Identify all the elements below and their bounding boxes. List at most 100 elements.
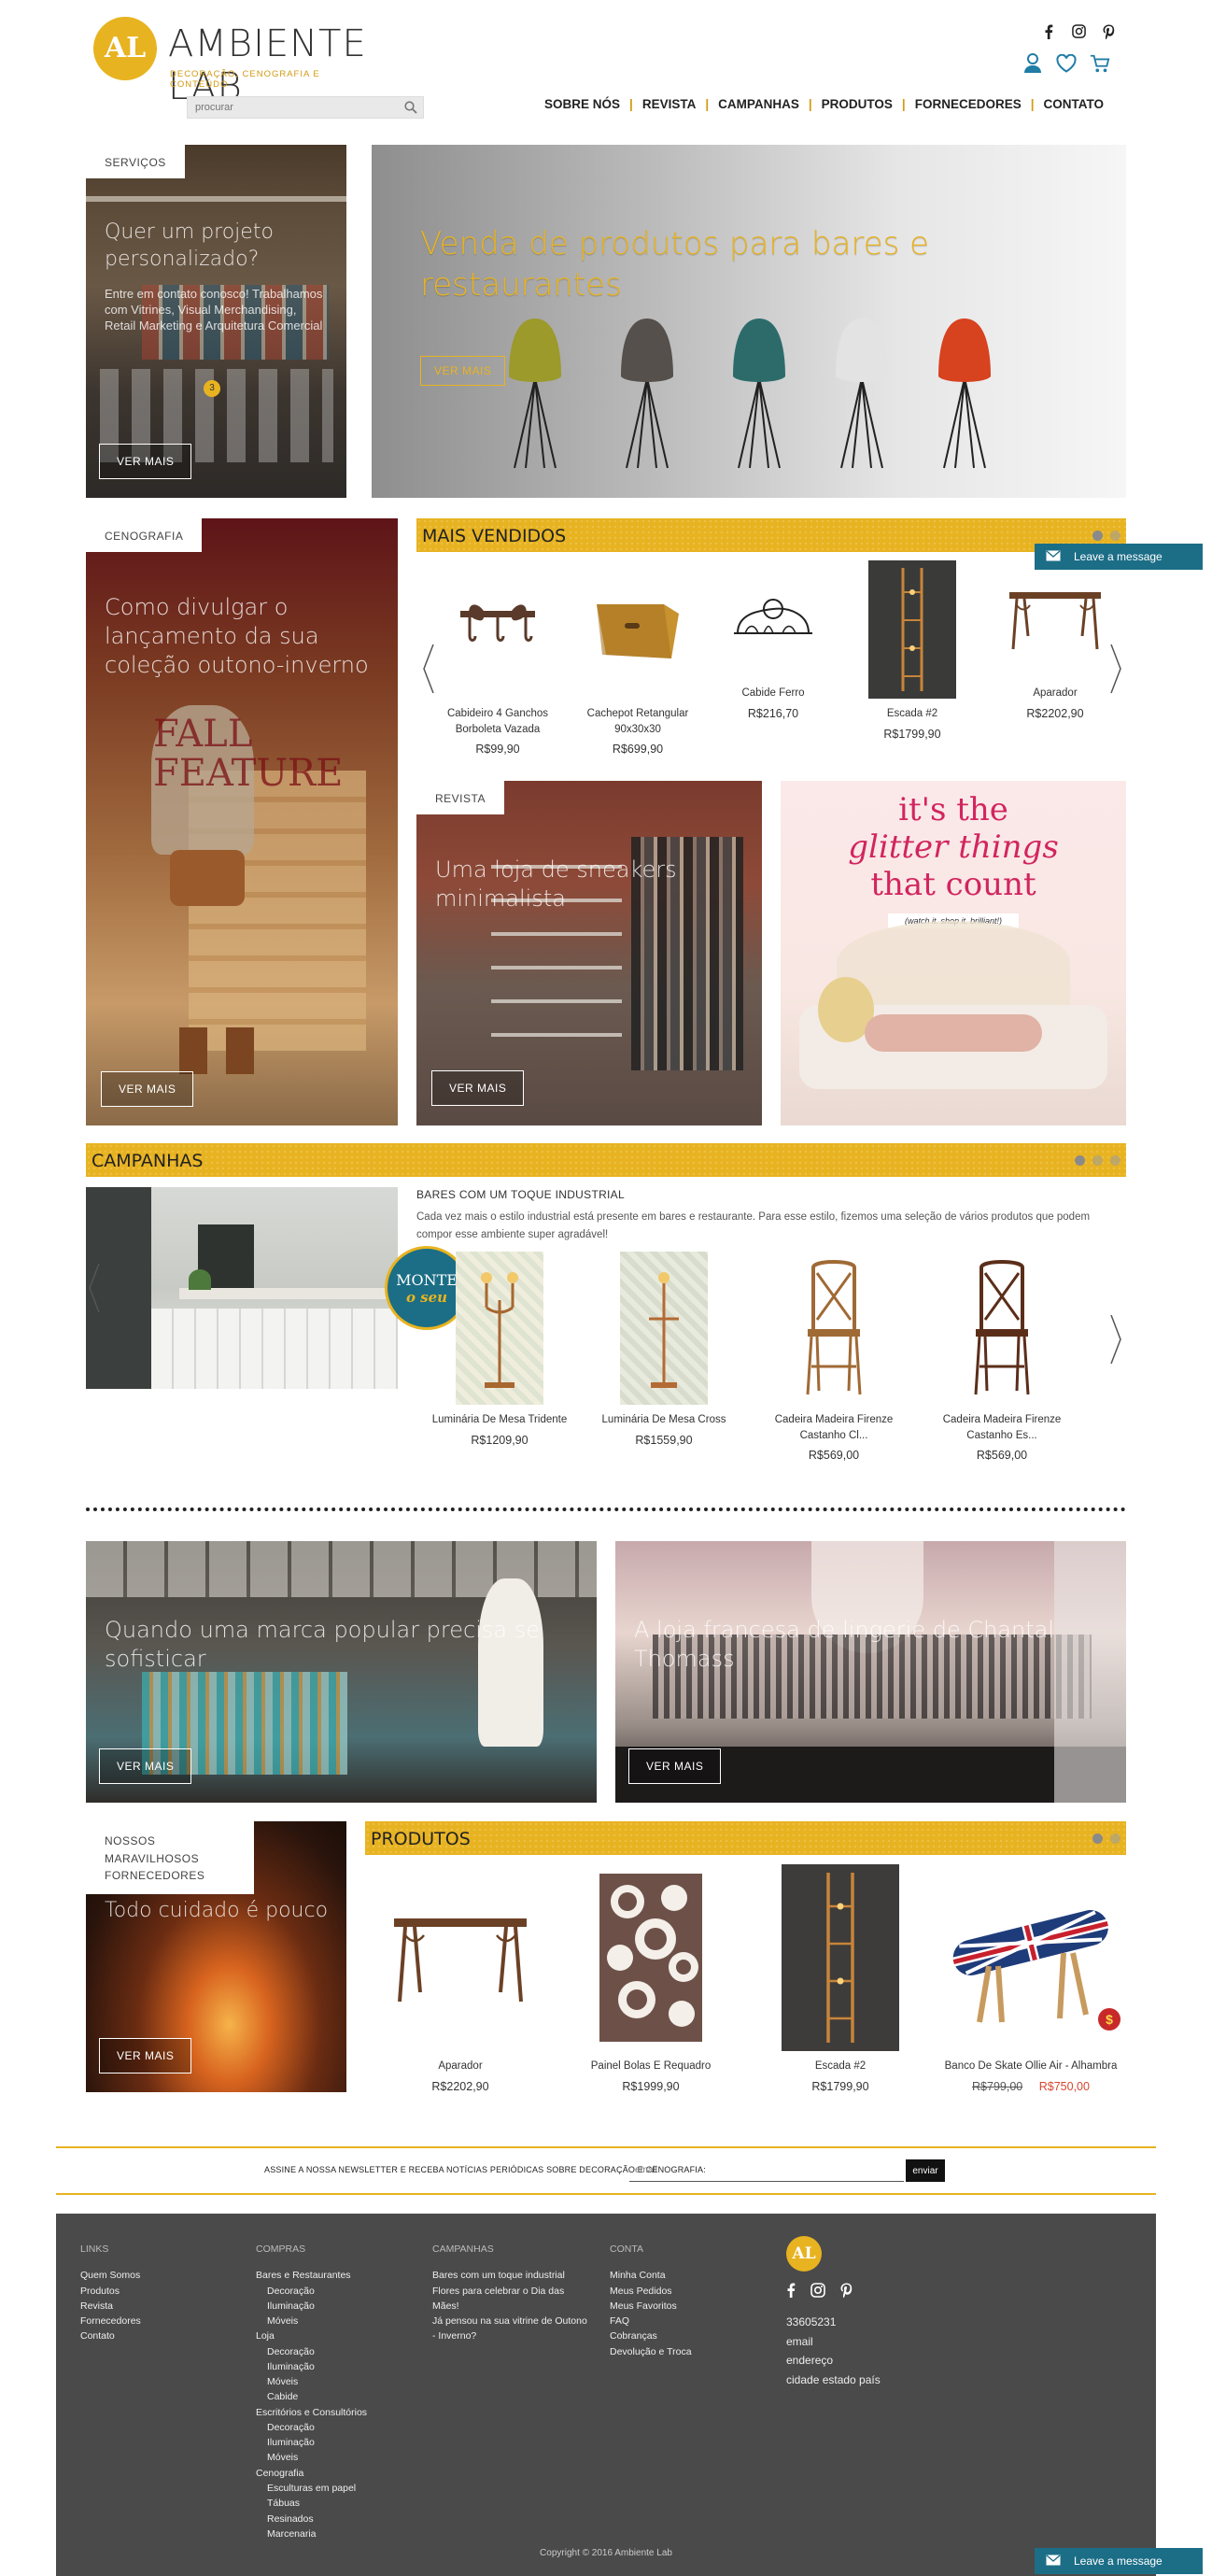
footer-link[interactable]: Decoração — [256, 2344, 367, 2359]
footer-link[interactable]: Já pensou na sua vitrine de Outono - Inv… — [432, 2314, 591, 2344]
suppliers-card[interactable]: NOSSOS MARAVILHOSOS FORNECEDORES Todo cu… — [86, 1821, 346, 2092]
carousel-dot[interactable] — [1092, 1833, 1103, 1844]
logo[interactable]: AL AMBIENTE LAB DECORAÇÃO, CENOGRAFIA E … — [93, 17, 373, 108]
carousel-dot[interactable] — [1110, 1833, 1120, 1844]
product-card[interactable]: Cadeira Madeira Firenze Castanho Es... R… — [923, 1252, 1081, 1462]
footer-link[interactable]: Meus Favoritos — [610, 2299, 692, 2314]
product-card[interactable]: Aparador R$2202,90 — [994, 560, 1116, 720]
footer-compras: COMPRAS Bares e Restaurantes Decoração I… — [256, 2242, 367, 2541]
suppliers-more-button[interactable]: VER MAIS — [99, 2038, 192, 2074]
article-more-button[interactable]: VER MAIS — [99, 1748, 192, 1784]
services-card[interactable]: 3 SERVIÇOS Quer um projeto personalizado… — [86, 145, 346, 498]
product-card[interactable]: Escada #2 R$1799,90 — [761, 1864, 920, 2093]
footer-link[interactable]: Marcenaria — [256, 2526, 367, 2541]
glitter-line1: it's the — [898, 791, 1008, 828]
footer-email[interactable]: email — [786, 2332, 881, 2351]
campaign-photo[interactable] — [86, 1187, 398, 1389]
footer-link[interactable]: Produtos — [80, 2284, 141, 2299]
sale-badge-icon: $ — [1098, 2008, 1120, 2031]
cenografia-more-button[interactable]: VER MAIS — [101, 1071, 194, 1107]
product-card[interactable]: Cabideiro 4 Ganchos Borboleta Vazada R$9… — [437, 560, 558, 756]
footer-link[interactable]: Minha Conta — [610, 2268, 692, 2283]
newsletter: ASSINE A NOSSA NEWSLETTER E RECEBA NOTÍC… — [56, 2146, 1156, 2195]
footer-link[interactable]: Cobranças — [610, 2328, 692, 2343]
instagram-icon[interactable] — [810, 2283, 825, 2303]
footer-link[interactable]: Quem Somos — [80, 2268, 141, 2283]
product-card[interactable]: $ Banco De Skate Ollie Air - Alhambra R$… — [936, 1864, 1126, 2093]
footer-link[interactable]: Esculturas em papel — [256, 2481, 367, 2496]
next-arrow-icon[interactable] — [1107, 1311, 1124, 1367]
carousel-dot[interactable] — [1092, 1155, 1103, 1166]
carousel-dot[interactable] — [1110, 531, 1120, 541]
product-card[interactable]: Escada #2 R$1799,90 — [852, 560, 973, 741]
footer-link[interactable]: Móveis — [256, 2314, 367, 2328]
glitter-ad[interactable]: it's the glitter things that count (watc… — [781, 781, 1126, 1125]
carousel-dot[interactable] — [1075, 1155, 1085, 1166]
product-card[interactable]: Cabide Ferro R$216,70 — [712, 560, 834, 720]
footer-link[interactable]: FAQ — [610, 2314, 692, 2328]
pinterest-icon[interactable] — [840, 2283, 853, 2303]
prev-arrow-icon[interactable] — [86, 1260, 103, 1316]
nav-item-contato[interactable]: CONTATO — [1035, 97, 1114, 111]
carousel-dot[interactable] — [1110, 1155, 1120, 1166]
footer-link[interactable]: Móveis — [256, 2374, 367, 2389]
product-card[interactable]: Painel Bolas E Requadro R$1999,90 — [571, 1864, 730, 2093]
footer-link[interactable]: Bares com um toque industrial — [432, 2268, 591, 2283]
article-more-button[interactable]: VER MAIS — [628, 1748, 722, 1784]
heart-icon[interactable] — [1056, 52, 1077, 75]
instagram-icon[interactable] — [1071, 24, 1086, 43]
chat-widget[interactable]: Leave a message — [1035, 2548, 1203, 2574]
footer-link[interactable]: Fornecedores — [80, 2314, 141, 2328]
revista-title: Uma loja de sneakers minimalista — [435, 856, 677, 913]
footer-link[interactable]: Contato — [80, 2328, 141, 2343]
nav-item-campanhas[interactable]: CAMPANHAS — [709, 97, 809, 111]
facebook-icon[interactable] — [1041, 24, 1056, 43]
footer-link[interactable]: Cenografia — [256, 2466, 367, 2481]
footer-link[interactable]: Resinados — [256, 2512, 367, 2526]
hero-banner[interactable]: Venda de produtos para bares e restauran… — [372, 145, 1126, 498]
footer-link[interactable]: Revista — [80, 2299, 141, 2314]
nav-item-produtos[interactable]: PRODUTOS — [812, 97, 902, 111]
footer-link[interactable]: Loja — [256, 2328, 367, 2343]
revista-card[interactable]: REVISTA Uma loja de sneakers minimalista… — [416, 781, 762, 1125]
footer-link[interactable]: Iluminação — [256, 2299, 367, 2314]
product-card[interactable]: Luminária De Mesa Cross R$1559,90 — [585, 1252, 743, 1447]
services-more-button[interactable]: VER MAIS — [99, 444, 192, 479]
article-card[interactable]: A loja francesa de lingerie de Chantal T… — [615, 1541, 1126, 1803]
footer-link[interactable]: Decoração — [256, 2420, 367, 2435]
footer-link[interactable]: Tábuas — [256, 2496, 367, 2511]
search-input[interactable] — [188, 97, 393, 118]
product-card[interactable]: Aparador R$2202,90 — [381, 1864, 540, 2093]
footer-link[interactable]: Meus Pedidos — [610, 2284, 692, 2299]
user-icon[interactable] — [1022, 52, 1043, 75]
newsletter-submit-button[interactable]: enviar — [906, 2159, 945, 2182]
footer-link[interactable]: Iluminação — [256, 2359, 367, 2374]
nav-item-fornecedores[interactable]: FORNECEDORES — [906, 97, 1031, 111]
search-icon[interactable] — [404, 101, 417, 119]
product-card[interactable]: Luminária De Mesa Tridente R$1209,90 — [420, 1252, 579, 1447]
cart-icon[interactable] — [1090, 52, 1110, 75]
revista-more-button[interactable]: VER MAIS — [431, 1070, 525, 1106]
footer-link[interactable]: Cabide — [256, 2389, 367, 2404]
hero-more-button[interactable]: VER MAIS — [420, 356, 506, 386]
footer-link[interactable]: Móveis — [256, 2450, 367, 2465]
chat-widget[interactable]: Leave a message — [1035, 544, 1203, 570]
footer-link[interactable]: Bares e Restaurantes — [256, 2268, 367, 2283]
product-card[interactable]: Cachepot Retangular 90x30x30 R$699,90 — [577, 560, 698, 756]
article-card[interactable]: Quando uma marca popular precisa se sofi… — [86, 1541, 597, 1803]
facebook-icon[interactable] — [786, 2283, 796, 2303]
footer-link[interactable]: Devolução e Troca — [610, 2344, 692, 2359]
pinterest-icon[interactable] — [1101, 24, 1116, 43]
footer-link[interactable]: Flores para celebrar o Dia das Mães! — [432, 2284, 591, 2314]
cenografia-card[interactable]: FALL FEATURE CENOGRAFIA Como divulgar o … — [86, 518, 398, 1125]
footer-link[interactable]: Decoração — [256, 2284, 367, 2299]
nav-item-sobre[interactable]: SOBRE NÓS — [535, 97, 629, 111]
nav-item-revista[interactable]: REVISTA — [633, 97, 706, 111]
newsletter-email-input[interactable] — [629, 2159, 904, 2182]
cenografia-title: Como divulgar o lançamento da sua coleçã… — [105, 594, 369, 679]
footer-link[interactable]: Escritórios e Consultórios — [256, 2405, 367, 2420]
prev-arrow-icon[interactable] — [420, 641, 437, 697]
carousel-dot[interactable] — [1092, 531, 1103, 541]
product-card[interactable]: Cadeira Madeira Firenze Castanho Cl... R… — [754, 1252, 913, 1462]
footer-link[interactable]: Iluminação — [256, 2435, 367, 2450]
